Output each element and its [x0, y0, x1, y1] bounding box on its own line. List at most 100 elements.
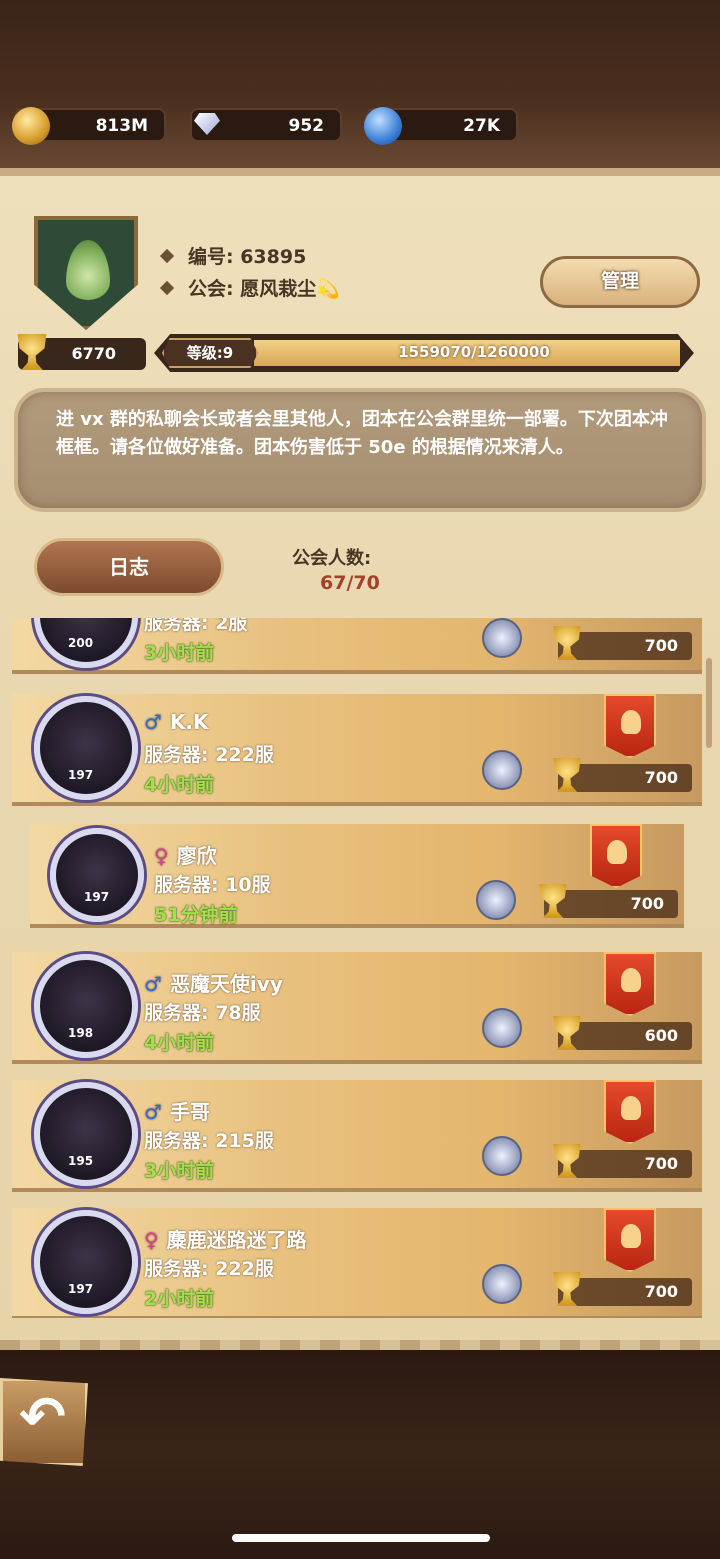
member-name-text: K.K — [169, 710, 209, 734]
diamond-icon — [188, 107, 226, 145]
guild-name-text: 公会: 愿风栽尘💫 — [188, 278, 340, 300]
guild-notice: 进 vx 群的私聊会长或者会里其他人，团本在公会群里统一部署。下次团本冲框框。请… — [14, 388, 706, 512]
guild-panel: 编号: 63895 公会: 愿风栽尘💫 管理 6770 等级:9 1559070… — [0, 168, 720, 1360]
member-name-text: 廖欣 — [176, 844, 217, 868]
blue-gem-icon — [364, 107, 402, 145]
member-score: 700 — [539, 884, 678, 918]
crossed-swords-icon — [482, 1264, 522, 1304]
member-score: 700 — [553, 758, 692, 792]
trophy-icon — [539, 884, 567, 918]
level-badge: 195 — [68, 1154, 94, 1168]
member-card[interactable]: 200 服务器: 2服 3小时前 700 — [12, 618, 702, 674]
member-name-text: 麋鹿迷路迷了路 — [166, 1228, 307, 1252]
trophy-icon — [553, 1144, 581, 1178]
member-score: 600 — [553, 1016, 692, 1050]
gold-coin-icon — [12, 107, 50, 145]
member-last-online: 3小时前 — [144, 642, 215, 664]
leaf-icon — [66, 240, 110, 300]
level-badge: 197 — [68, 1282, 94, 1296]
level-badge: 198 — [68, 1026, 94, 1040]
trophy-icon — [553, 1016, 581, 1050]
member-server: 服务器: 2服 — [144, 618, 248, 634]
score-value: 700 — [644, 1154, 678, 1173]
guild-id: 编号: 63895 — [159, 242, 307, 269]
avatar: 198 — [34, 954, 138, 1058]
diamond-bullet-icon — [159, 248, 175, 264]
avatar: 195 — [34, 1082, 138, 1186]
member-name: ♀ 廖欣 — [154, 840, 217, 869]
member-card[interactable]: 197 ♂ K.K 服务器: 222服 4小时前 700 — [12, 694, 702, 806]
blue-gem-value: 27K — [463, 116, 500, 136]
score-value: 700 — [644, 1282, 678, 1301]
male-icon: ♂ — [144, 972, 162, 996]
diamond-bullet-icon — [159, 280, 175, 296]
male-icon: ♂ — [144, 1100, 162, 1124]
home-indicator[interactable] — [232, 1534, 490, 1542]
female-icon: ♀ — [144, 1228, 159, 1252]
guild-name: 公会: 愿风栽尘💫 — [159, 274, 340, 301]
member-name-text: 手哥 — [169, 1100, 210, 1124]
crossed-swords-icon — [476, 880, 516, 920]
member-server: 服务器: 78服 — [144, 1002, 261, 1024]
guild-flag-icon — [604, 952, 656, 1016]
avatar: 200 — [34, 618, 138, 668]
scrollbar[interactable] — [706, 658, 712, 748]
member-server: 服务器: 222服 — [144, 1258, 274, 1280]
member-name: ♂ 恶魔天使ivy — [144, 968, 283, 997]
member-server: 服务器: 10服 — [154, 874, 271, 896]
member-card[interactable]: 197 ♀ 麋鹿迷路迷了路 服务器: 222服 2小时前 700 — [12, 1208, 702, 1318]
member-last-online: 3小时前 — [144, 1160, 215, 1182]
male-icon: ♂ — [144, 710, 162, 734]
trophy-icon — [553, 626, 581, 660]
guild-flag-icon — [604, 1080, 656, 1144]
back-button[interactable] — [0, 1378, 88, 1466]
trophy-icon — [553, 1272, 581, 1306]
member-count: 67/70 — [320, 572, 380, 594]
guild-flag-icon — [590, 824, 642, 888]
member-name: ♀ 麋鹿迷路迷了路 — [144, 1224, 307, 1253]
score-value: 700 — [644, 636, 678, 655]
avatar: 197 — [50, 828, 144, 922]
avatar: 197 — [34, 1210, 138, 1314]
member-server: 服务器: 215服 — [144, 1130, 274, 1152]
trophy-icon — [17, 334, 47, 370]
member-list[interactable]: 200 服务器: 2服 3小时前 700 197 ♂ K.K 服务器: 222服 … — [0, 618, 720, 1318]
member-name: ♂ K.K — [144, 710, 209, 734]
guild-emblem — [34, 216, 138, 330]
manage-button[interactable]: 管理 — [540, 256, 700, 308]
gold-value: 813M — [95, 116, 148, 136]
member-last-online: 4小时前 — [144, 774, 215, 796]
trophy-icon — [553, 758, 581, 792]
trophy-total: 6770 — [71, 344, 116, 363]
score-value: 700 — [630, 894, 664, 913]
diamond-value: 952 — [288, 116, 325, 136]
crossed-swords-icon — [482, 618, 522, 658]
crossed-swords-icon — [482, 750, 522, 790]
guild-trophy: 6770 — [17, 334, 146, 370]
member-card[interactable]: 198 ♂ 恶魔天使ivy 服务器: 78服 4小时前 600 — [12, 952, 702, 1064]
member-server: 服务器: 222服 — [144, 744, 274, 766]
member-name: ♂ 手哥 — [144, 1096, 210, 1125]
guild-flag-icon — [604, 1208, 656, 1272]
member-card[interactable]: 195 ♂ 手哥 服务器: 215服 3小时前 700 — [12, 1080, 702, 1192]
resource-bar: 813M 952 27K — [12, 107, 518, 145]
member-score: 700 — [553, 1272, 692, 1306]
gold-resource[interactable]: 813M — [12, 107, 166, 145]
guild-id-text: 编号: 63895 — [188, 246, 307, 268]
blue-gem-resource[interactable]: 27K — [364, 107, 518, 145]
member-last-online: 51分钟前 — [154, 904, 238, 926]
member-last-online: 4小时前 — [144, 1032, 215, 1054]
level-badge: 197 — [84, 890, 110, 904]
member-card[interactable]: 197 ♀ 廖欣 服务器: 10服 51分钟前 700 — [30, 824, 684, 928]
score-value: 700 — [644, 768, 678, 787]
bottom-bar — [0, 1350, 720, 1559]
diamond-resource[interactable]: 952 — [190, 108, 342, 142]
member-last-online: 2小时前 — [144, 1288, 215, 1310]
log-button[interactable]: 日志 — [34, 538, 224, 596]
score-value: 600 — [644, 1026, 678, 1045]
level-badge: 197 — [68, 768, 94, 782]
level-label: 等级:9 — [162, 338, 258, 368]
level-badge: 200 — [68, 636, 94, 650]
exp-text: 1559070/1260000 — [398, 343, 550, 361]
member-name-text: 恶魔天使ivy — [169, 972, 283, 996]
